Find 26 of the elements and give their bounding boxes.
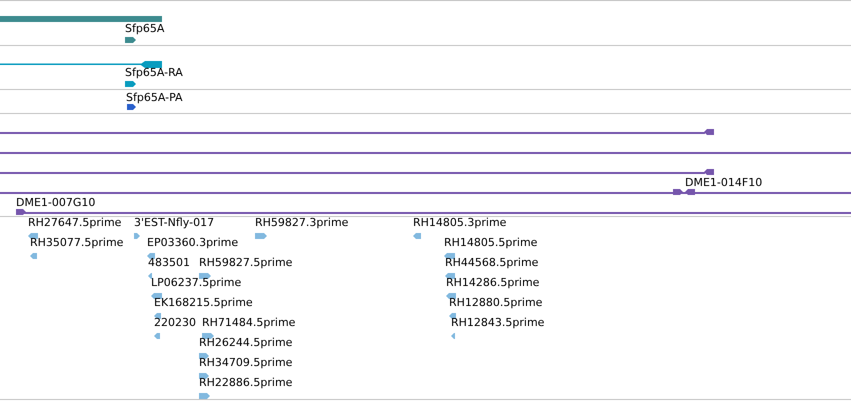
feature-label: RH14286.5prime [446, 276, 540, 289]
feature-label: Sfp65A-PA [126, 91, 183, 104]
feature-label: RH14805.5prime [444, 236, 538, 249]
feature-label: RH59827.3prime [255, 216, 348, 229]
feature-label: RH44568.5prime [445, 256, 538, 269]
feature-label: RH12843.5prime [451, 316, 544, 329]
feature-label: 483501 [148, 256, 190, 269]
feature-label: 3'EST-Nfly-017 [134, 216, 214, 229]
feature-label: Sfp65A-RA [125, 66, 183, 79]
feature-label: EP03360.3prime [147, 236, 238, 249]
feature-label: RH35077.5prime [30, 236, 124, 249]
feature-label: DME1-014F10 [685, 176, 762, 189]
feature-label: 220230 [154, 316, 196, 329]
feature-label: RH59827.5prime [199, 256, 292, 269]
strand-arrow-icon [673, 189, 695, 195]
feature-label: LP06237.5prime [151, 276, 242, 289]
feature-label: RH22886.5prime [199, 376, 292, 389]
feature-label: RH34709.5prime [199, 356, 292, 369]
feature-label: RH26244.5prime [199, 336, 292, 349]
feature-label: DME1-007G10 [16, 196, 96, 209]
feature-label: RH12880.5prime [449, 296, 542, 309]
feature-label: RH71484.5prime [202, 316, 296, 329]
feature-label: Sfp65A [125, 22, 164, 35]
feature-label: RH14805.3prime [413, 216, 506, 229]
feature-label: RH27647.5prime [28, 216, 122, 229]
feature-label: EK168215.5prime [154, 296, 253, 309]
